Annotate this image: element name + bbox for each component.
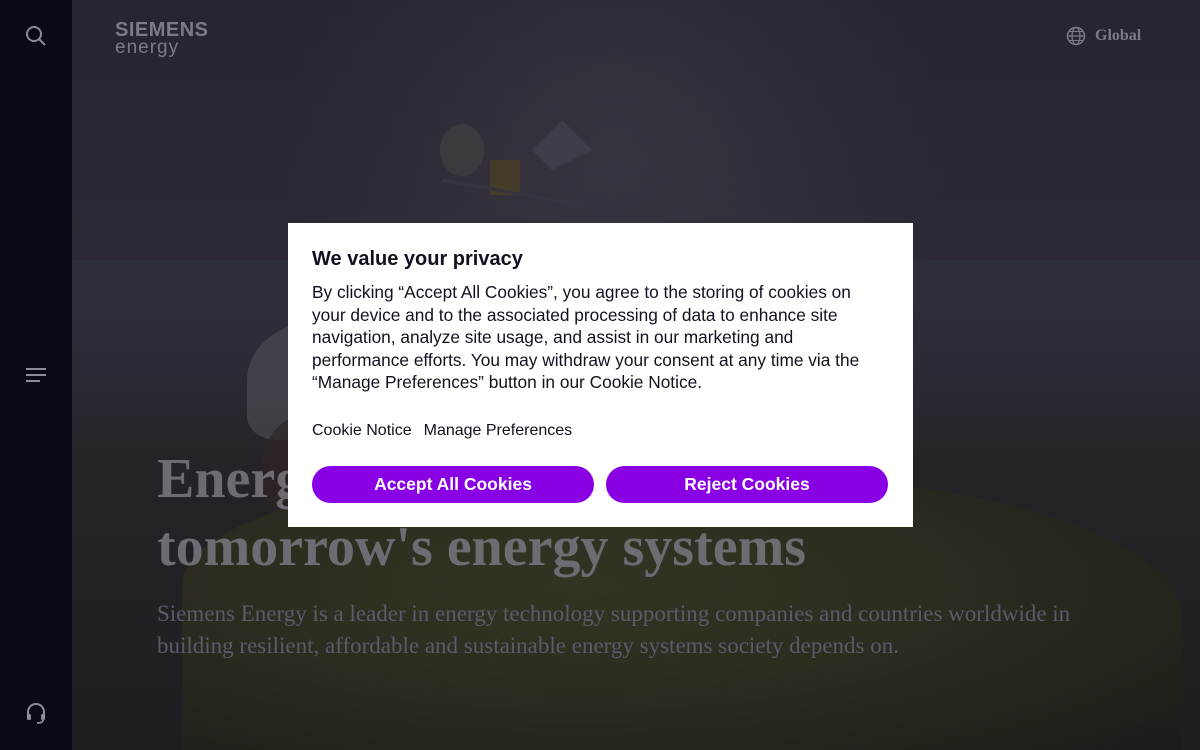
cookie-consent-dialog: We value your privacy By clicking “Accep… — [288, 223, 913, 527]
headset-icon[interactable] — [24, 702, 48, 726]
sidebar — [0, 0, 72, 750]
region-label: Global — [1095, 27, 1142, 44]
cookie-dialog-title: We value your privacy — [312, 248, 523, 270]
hero-subtext: Siemens Energy is a leader in energy tec… — [157, 601, 1071, 658]
cookie-dialog-buttons: Accept All Cookies Reject Cookies — [312, 466, 888, 503]
menu-icon[interactable] — [24, 363, 48, 387]
cookie-dialog-links: Cookie Notice Manage Preferences — [312, 422, 889, 440]
reject-cookies-button[interactable]: Reject Cookies — [606, 466, 888, 503]
globe-icon — [1066, 26, 1086, 46]
cookie-notice-link[interactable]: Cookie Notice — [312, 422, 412, 440]
cookie-dialog-body: By clicking “Accept All Cookies”, you ag… — [312, 282, 860, 392]
region-selector[interactable]: Global — [1066, 26, 1141, 46]
search-icon[interactable] — [24, 24, 48, 48]
siemens-energy-logo[interactable]: SIEMENS energy — [115, 20, 209, 57]
manage-preferences-link[interactable]: Manage Preferences — [424, 422, 573, 440]
accept-all-cookies-button[interactable]: Accept All Cookies — [312, 466, 594, 503]
